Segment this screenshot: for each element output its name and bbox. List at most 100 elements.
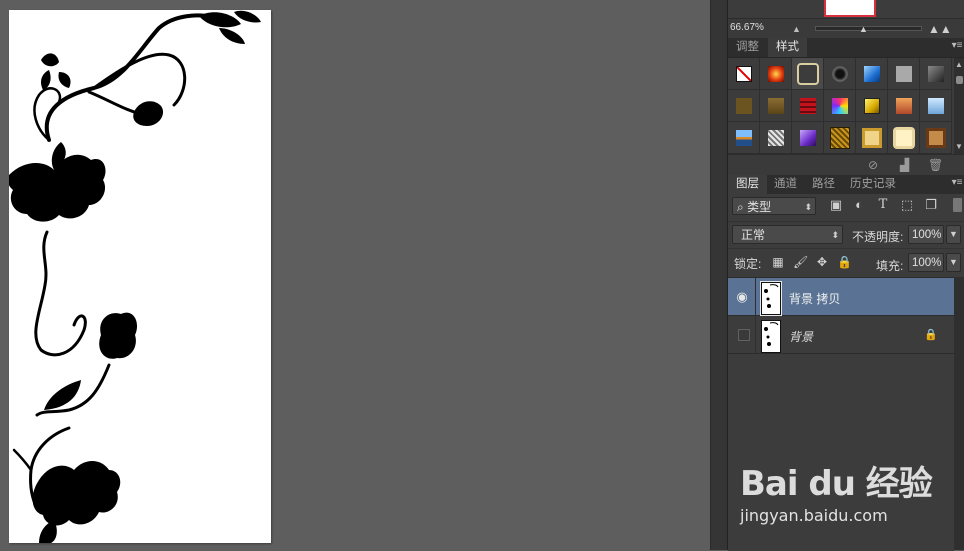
- tab-history[interactable]: 历史记录: [842, 175, 904, 194]
- fill-field[interactable]: 100%: [908, 253, 944, 272]
- type-filter-icon[interactable]: T: [876, 198, 890, 212]
- opacity-dropdown[interactable]: ▼: [946, 225, 961, 244]
- navigator-view-box[interactable]: [824, 0, 876, 17]
- zoom-value[interactable]: 66.67%: [730, 22, 764, 33]
- style-swatch[interactable]: [760, 90, 792, 122]
- lock-label: 锁定:: [734, 257, 762, 271]
- document-canvas[interactable]: [9, 10, 271, 543]
- style-swatch[interactable]: [824, 90, 856, 122]
- style-swatch-selected[interactable]: [792, 58, 824, 90]
- style-swatch[interactable]: [824, 58, 856, 90]
- style-swatch[interactable]: [920, 122, 952, 154]
- shape-filter-icon[interactable]: ⬚: [900, 198, 914, 212]
- styles-panel-footer: ⊘ ▟ 🗑: [728, 154, 964, 175]
- cream-frame-icon: [893, 127, 915, 149]
- layer-divider: [755, 316, 756, 354]
- zoom-out-icon[interactable]: ▲: [792, 24, 801, 34]
- panel-menu-icon[interactable]: ▾≡: [951, 177, 963, 189]
- tab-adjustments[interactable]: 调整: [728, 38, 767, 57]
- zoom-slider[interactable]: [815, 26, 922, 31]
- style-swatch[interactable]: [824, 122, 856, 154]
- adjustment-filter-icon[interactable]: ◐: [852, 198, 866, 212]
- layer-thumbnail: [761, 320, 781, 353]
- red-glow-icon: [768, 66, 784, 82]
- blend-mode-value: 正常: [741, 228, 766, 242]
- document-canvas-area[interactable]: [0, 0, 710, 550]
- style-swatch[interactable]: [856, 122, 888, 154]
- fill-label: 填充:: [876, 259, 904, 273]
- layer-kind-filter-select[interactable]: ⌕ 类型 ⬍: [732, 197, 816, 215]
- dark-gradient-icon: [928, 66, 944, 82]
- lock-fill-row: 锁定: ▦ 🖌 ✥ 🔒 填充: 100% ▼: [728, 248, 964, 277]
- lock-position-move-icon[interactable]: ✥: [815, 255, 829, 269]
- thumbnail-artwork: [764, 284, 779, 308]
- gray-flat-icon: [896, 66, 912, 82]
- tab-paths[interactable]: 路径: [804, 175, 843, 194]
- lock-all-icon[interactable]: 🔒: [837, 255, 852, 269]
- filter-toggle-switch[interactable]: [953, 198, 962, 212]
- style-swatch[interactable]: [792, 122, 824, 154]
- watermark-logo: Bai du 经验: [740, 464, 933, 504]
- layer-name[interactable]: 背景: [789, 328, 813, 345]
- layer-row[interactable]: ◉ 背景 拷贝: [728, 278, 954, 316]
- styles-panel-tabbar: 调整 样式 ▾≡: [728, 38, 964, 58]
- style-swatch[interactable]: [888, 58, 920, 90]
- zoom-slider-thumb[interactable]: ▲: [859, 24, 868, 34]
- lock-paint-brush-icon[interactable]: 🖌: [793, 255, 808, 269]
- tab-channels[interactable]: 通道: [766, 175, 805, 194]
- navigator-preview[interactable]: [728, 0, 964, 17]
- trash-icon[interactable]: 🗑: [928, 158, 943, 172]
- black-ring-icon: [832, 66, 848, 82]
- layer-row[interactable]: 背景 🔒: [728, 316, 954, 354]
- baidu-jingyan-watermark: Bai du 经验 jingyan.baidu.com: [740, 448, 940, 538]
- pixel-filter-icon[interactable]: ▣: [829, 198, 843, 212]
- style-swatch[interactable]: [728, 90, 760, 122]
- style-swatch[interactable]: [856, 58, 888, 90]
- fill-dropdown[interactable]: ▼: [946, 253, 961, 272]
- style-swatch[interactable]: [920, 58, 952, 90]
- layer-divider: [755, 278, 756, 316]
- eye-icon[interactable]: ◉: [734, 289, 750, 305]
- tab-styles[interactable]: 样式: [768, 38, 807, 57]
- red-stripe-icon: [800, 98, 816, 114]
- new-style-icon[interactable]: ▟: [900, 158, 909, 172]
- visibility-toggle-off[interactable]: [738, 329, 750, 341]
- style-swatch[interactable]: [888, 122, 920, 154]
- style-swatch[interactable]: [760, 122, 792, 154]
- panel-dock-divider: [710, 0, 728, 550]
- brown-flat-icon: [736, 98, 752, 114]
- blend-opacity-row: 正常 ⬍ 不透明度: 100% ▼: [728, 221, 964, 248]
- zoom-in-icon[interactable]: ▲▲: [928, 22, 952, 36]
- scroll-down-icon[interactable]: ▼: [955, 142, 963, 151]
- smart-object-filter-icon[interactable]: ❐: [924, 198, 938, 212]
- select-arrows-icon: ⬍: [831, 230, 839, 240]
- purple-gradient-icon: [800, 130, 816, 146]
- yellow-gradient-icon: [864, 98, 880, 114]
- styles-scrollbar-thumb[interactable]: [956, 76, 963, 84]
- lotus-vine-artwork: [9, 10, 261, 543]
- style-swatch[interactable]: [728, 122, 760, 154]
- layers-panel-tabbar: 图层 通道 路径 历史记录 ▾≡: [728, 175, 964, 195]
- style-swatch[interactable]: [856, 90, 888, 122]
- clear-style-icon[interactable]: ⊘: [868, 158, 878, 172]
- opacity-field[interactable]: 100%: [908, 225, 944, 244]
- opacity-label: 不透明度:: [852, 230, 904, 244]
- search-icon: ⌕: [737, 200, 744, 214]
- style-swatch[interactable]: [888, 90, 920, 122]
- style-swatch[interactable]: [728, 58, 760, 90]
- layer-name[interactable]: 背景 拷贝: [789, 290, 840, 307]
- blend-mode-select[interactable]: 正常 ⬍: [732, 225, 843, 244]
- slash-icon: [736, 66, 752, 82]
- style-swatch[interactable]: [792, 90, 824, 122]
- layers-scrollbar[interactable]: [954, 277, 964, 550]
- tab-layers[interactable]: 图层: [728, 175, 767, 194]
- lock-transparent-icon[interactable]: ▦: [771, 255, 785, 269]
- watermark-url: jingyan.baidu.com: [740, 506, 888, 525]
- style-swatch[interactable]: [760, 58, 792, 90]
- style-swatch[interactable]: [920, 90, 952, 122]
- blue-gloss-icon: [864, 66, 880, 82]
- navigator-zoom-bar: 66.67% ▲ ▲ ▲▲: [728, 18, 964, 40]
- scroll-up-icon[interactable]: ▲: [955, 60, 963, 69]
- styles-scrollbar[interactable]: ▲ ▼: [954, 58, 964, 154]
- panel-menu-icon[interactable]: ▾≡: [951, 40, 963, 52]
